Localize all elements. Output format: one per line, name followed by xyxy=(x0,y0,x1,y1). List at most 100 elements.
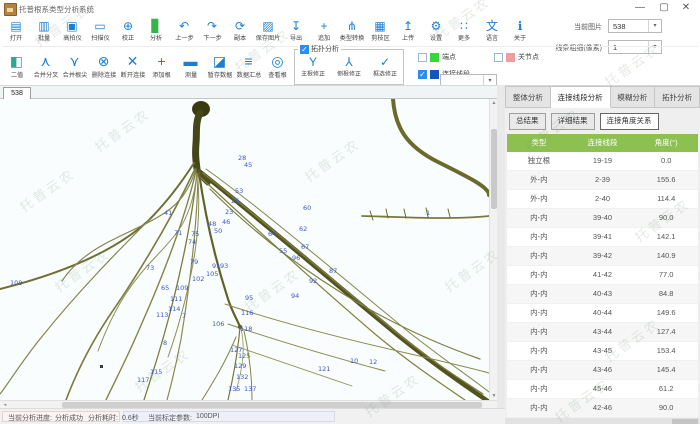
topology-analysis-checkbox[interactable]: ✓ xyxy=(300,45,309,54)
connection-segment-checkbox[interactable]: ✓ xyxy=(418,70,427,79)
type-convert-label: 类型转换 xyxy=(340,34,365,43)
table-row[interactable]: 外-内2-40114.4 xyxy=(507,190,698,209)
angle-table: 类型连接线段角度(°) 独立根19-190.0外-内2-39155.6外-内2-… xyxy=(507,134,698,418)
table-cell: 40-43 xyxy=(571,285,635,303)
table-row[interactable]: 内-内40-4384.8 xyxy=(507,285,698,304)
root-image-canvas[interactable]: 4528265323464850417175747973108919310210… xyxy=(0,99,489,400)
tab-模糊分析[interactable]: 模糊分析 xyxy=(611,86,656,108)
edit-merge-fork-button[interactable]: ⋏合并分叉 xyxy=(31,47,60,86)
binary-label: 二值 xyxy=(10,71,22,80)
minimize-button[interactable]: — xyxy=(632,2,648,14)
svg-text:135: 135 xyxy=(228,385,240,393)
table-cell: 61.2 xyxy=(634,380,698,398)
table-row[interactable]: 内-内39-42140.9 xyxy=(507,247,698,266)
总结果-button[interactable]: 总结果 xyxy=(509,113,546,130)
maximize-button[interactable]: ▢ xyxy=(656,2,672,14)
topo-main-root-fix-button[interactable]: Y主根修正 xyxy=(295,50,331,84)
image-horizontal-scrollbar[interactable]: ◂ xyxy=(0,400,497,408)
table-row[interactable]: 内-内41-4277.0 xyxy=(507,266,698,285)
topo-box-select-fix-button[interactable]: ✓框选修正 xyxy=(367,50,403,84)
toolbar-analyze-button[interactable]: ▊分析 xyxy=(142,17,170,45)
table-row[interactable]: 内-内42-4690.0 xyxy=(507,399,698,418)
topology-group-label: 拓扑分析 xyxy=(311,44,339,54)
table-cell: 内-内 xyxy=(507,285,571,303)
edit-disconnect-button[interactable]: ✕断开连接 xyxy=(118,47,147,86)
svg-text:41: 41 xyxy=(164,209,172,217)
toolbar-batch-button[interactable]: ▥批量 xyxy=(30,17,58,45)
tab-连接线段分析[interactable]: 连接线段分析 xyxy=(551,86,611,108)
table-horizontal-scrollbar[interactable] xyxy=(505,418,700,424)
table-cell: 153.4 xyxy=(634,342,698,360)
toolbar-prev-step-button[interactable]: ↶上一步 xyxy=(170,17,198,45)
edit-binary-button[interactable]: ◧二值 xyxy=(2,47,31,86)
upload-icon: ↥ xyxy=(403,19,413,33)
table-row[interactable]: 内-内40-44149.6 xyxy=(507,304,698,323)
toolbar-language-button[interactable]: 文语言 xyxy=(478,17,506,45)
toolbar-copy-button[interactable]: ⟳副本 xyxy=(226,17,254,45)
current-image-label: 当前图片 xyxy=(532,22,602,32)
table-row[interactable]: 内-内39-41142.1 xyxy=(507,228,698,247)
next-step-icon: ↷ xyxy=(207,19,217,33)
svg-text:94: 94 xyxy=(291,292,299,300)
table-row[interactable]: 内-内45-4661.2 xyxy=(507,380,698,399)
image-vertical-scrollbar[interactable]: ▲ ▼ xyxy=(489,99,497,400)
save-image-label: 保存图片 xyxy=(256,34,281,43)
doc-camera-icon: ▣ xyxy=(66,19,77,33)
close-button[interactable]: ✕ xyxy=(678,2,694,14)
joint-point-checkbox[interactable] xyxy=(494,53,503,62)
tab-拓扑分析[interactable]: 拓扑分析 xyxy=(655,86,700,108)
current-image-select[interactable]: 538 ▾ xyxy=(608,19,662,33)
delete-connection-label: 删除连接 xyxy=(91,71,116,80)
endpoint-legend-toggle[interactable]: 端点 xyxy=(418,52,456,62)
edit-delete-connection-button[interactable]: ⊗删除连接 xyxy=(89,47,118,86)
toolbar-export-button[interactable]: ↧导出 xyxy=(282,17,310,45)
toolbar-append-button[interactable]: +追加 xyxy=(310,17,338,45)
table-scroll-thumb[interactable] xyxy=(672,419,698,424)
table-row[interactable]: 内-内39-4090.0 xyxy=(507,209,698,228)
toolbar-prune-region-button[interactable]: ▦剪枝区 xyxy=(366,17,394,45)
toolbar-next-step-button[interactable]: ↷下一步 xyxy=(198,17,226,45)
edit-merge-tip-button[interactable]: ⋎合并根尖 xyxy=(60,47,89,86)
toolbar-open-button[interactable]: ▤打开 xyxy=(2,17,30,45)
toolbar-upload-button[interactable]: ↥上传 xyxy=(394,17,422,45)
toolbar-settings-button[interactable]: ⚙设置 xyxy=(422,17,450,45)
table-row[interactable]: 外-内2-39155.6 xyxy=(507,171,698,190)
toolbar-more-button[interactable]: ∷更多 xyxy=(450,17,478,45)
toolbar-scanner-button[interactable]: ▭扫描仪 xyxy=(86,17,114,45)
table-cell: 内-内 xyxy=(507,266,571,284)
连接角度关系-button[interactable]: 连接角度关系 xyxy=(600,113,659,130)
analysis-panel: 整体分析连接线段分析模糊分析拓扑分析 总结果详细结果连接角度关系 类型连接线段角… xyxy=(505,85,700,424)
table-row[interactable]: 内-内43-44127.4 xyxy=(507,323,698,342)
table-row[interactable]: 内-内43-46145.4 xyxy=(507,361,698,380)
panel-splitter[interactable] xyxy=(497,85,505,424)
calibrate-icon: ⊕ xyxy=(123,19,133,33)
edit-add-root-button[interactable]: +添加根 xyxy=(147,47,176,86)
toolbar-type-convert-button[interactable]: ⋔类型转换 xyxy=(338,17,366,45)
toolbar-save-image-button[interactable]: ▨保存图片 xyxy=(254,17,282,45)
joint-point-legend-toggle[interactable]: 关节点 xyxy=(494,52,539,62)
tab-整体分析[interactable]: 整体分析 xyxy=(505,86,551,108)
toolbar-calibrate-button[interactable]: ⊕校正 xyxy=(114,17,142,45)
analyze-label: 分析 xyxy=(150,34,162,43)
edit-data-summary-button[interactable]: ≡数据汇总 xyxy=(234,47,263,86)
table-row[interactable]: 独立根19-190.0 xyxy=(507,152,698,171)
edit-view-root-button[interactable]: ◎查看根 xyxy=(263,47,292,86)
svg-text:108: 108 xyxy=(10,279,22,287)
svg-text:121: 121 xyxy=(318,365,330,373)
edit-stash-data-button[interactable]: ◪暂存数据 xyxy=(205,47,234,86)
calibrate-label: 校正 xyxy=(122,34,134,43)
table-cell: 内-内 xyxy=(507,323,571,341)
table-cell: 外-内 xyxy=(507,190,571,208)
table-cell: 140.9 xyxy=(634,247,698,265)
svg-text:10: 10 xyxy=(350,357,358,365)
edit-measure-button[interactable]: ▬测量 xyxy=(176,47,205,86)
table-row[interactable]: 内-内43-45153.4 xyxy=(507,342,698,361)
merge-fork-label: 合并分叉 xyxy=(33,71,58,80)
copy-icon: ⟳ xyxy=(235,19,245,33)
topo-lateral-root-fix-button[interactable]: ⅄侧根修正 xyxy=(331,50,367,84)
详细结果-button[interactable]: 详细结果 xyxy=(551,113,595,130)
endpoint-checkbox[interactable] xyxy=(418,53,427,62)
toolbar-about-button[interactable]: ℹ关于 xyxy=(506,17,534,45)
scanner-label: 扫描仪 xyxy=(91,34,109,43)
toolbar-doc-camera-button[interactable]: ▣高拍仪 xyxy=(58,17,86,45)
